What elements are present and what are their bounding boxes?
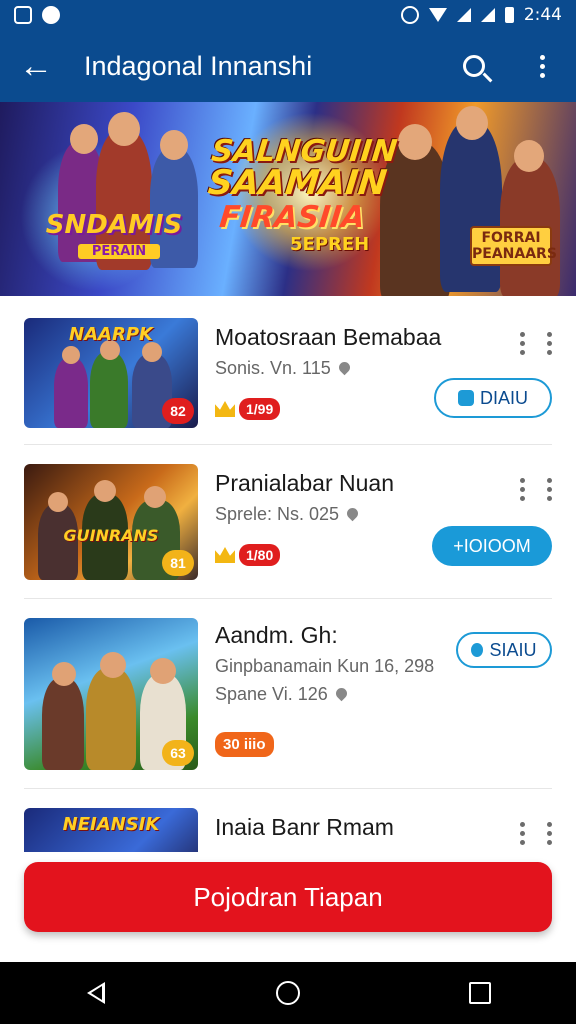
item-menu — [520, 478, 552, 501]
location-icon — [336, 359, 353, 376]
location-icon — [333, 685, 350, 702]
nav-home-button[interactable] — [258, 968, 318, 1018]
thumbnail-badge: 82 — [162, 398, 194, 424]
divider — [24, 444, 552, 445]
game-list: NAARPK 82 Moatosraan Bemabaa Sonis. Vn. … — [0, 296, 576, 852]
rating-pill: 1/99 — [239, 398, 281, 420]
divider — [24, 598, 552, 599]
system-nav-bar — [0, 962, 576, 1024]
status-time: 2:44 — [523, 5, 562, 25]
item-meta: Spane Vi. 126 — [215, 684, 350, 705]
notification-icon — [14, 6, 32, 24]
item-action-label: DIAIU — [479, 387, 528, 408]
thumbnail-title: GUINRANS — [63, 526, 159, 545]
cloud-icon — [42, 6, 60, 24]
thumbnail-title: NAARPK — [69, 324, 153, 345]
item-title: Moatosraan Bemabaa — [215, 324, 442, 350]
banner-character-head — [398, 124, 432, 160]
crown-icon — [215, 401, 235, 417]
thumbnail-badge: 63 — [162, 740, 194, 766]
recents-square-icon — [469, 982, 491, 1004]
overflow-menu-button[interactable] — [508, 30, 576, 102]
user-icon — [471, 643, 484, 657]
wifi-icon — [428, 8, 447, 22]
item-meta-text: Sonis. Vn. 115 — [215, 358, 331, 378]
page-title: Indagonal Innanshi — [84, 50, 313, 81]
item-meta-line-1: Ginpbanamain Kun 16, 298 — [215, 656, 435, 676]
item-rating: 1/99 — [215, 398, 281, 420]
app-screen: 2:44 ← Indagonal Innanshi SALNGUIIN SAAM… — [0, 0, 576, 1024]
list-item[interactable]: 63 Aandm. Gh: Ginpbanamain Kun 16, 298 S… — [24, 618, 552, 772]
item-action-button[interactable]: SIAIU — [456, 632, 552, 668]
banner-title-line-3: FIRASIIA — [217, 200, 367, 235]
item-action-label: +IOIOOM — [453, 535, 531, 556]
item-rating: 30 iiio — [215, 732, 274, 757]
banner-character — [440, 122, 502, 292]
more-vert-icon[interactable] — [547, 478, 552, 501]
crown-icon — [215, 547, 235, 563]
play-icon — [457, 390, 474, 406]
location-icon — [344, 505, 361, 522]
banner-logo-left-sub: PERAIN — [78, 244, 160, 259]
banner-character-head — [514, 140, 544, 172]
banner-character-head — [160, 130, 188, 160]
banner-title-line-2: SAAMAIN — [206, 163, 389, 203]
banner-character-head — [108, 112, 140, 146]
app-bar: ← Indagonal Innanshi — [0, 30, 576, 102]
status-left — [14, 6, 60, 24]
nav-recents-button[interactable] — [450, 968, 510, 1018]
item-title: Inaia Banr Rmam — [215, 814, 394, 840]
banner-logo-right: FORRAI PEANAARS — [470, 226, 557, 266]
item-meta-text: Spane Vi. 126 — [215, 684, 328, 704]
item-menu — [520, 822, 552, 845]
banner-character-head — [456, 106, 488, 140]
more-vert-icon[interactable] — [520, 332, 525, 355]
item-rating: 1/80 — [215, 544, 281, 566]
battery-icon — [504, 7, 514, 23]
more-vert-icon[interactable] — [547, 822, 552, 845]
game-thumbnail: NAARPK 82 — [24, 318, 198, 428]
list-item[interactable]: NAARPK 82 Moatosraan Bemabaa Sonis. Vn. … — [24, 318, 552, 430]
search-button[interactable] — [440, 30, 508, 102]
divider — [24, 788, 552, 789]
search-icon — [463, 55, 485, 77]
thumbnail-badge: 81 — [162, 550, 194, 576]
rating-pill: 1/80 — [239, 544, 281, 566]
primary-action-button[interactable]: Pojodran Tiapan — [24, 862, 552, 932]
item-menu — [520, 332, 552, 355]
item-meta-text: Sprele: Ns. 025 — [215, 504, 340, 524]
more-vert-icon[interactable] — [547, 332, 552, 355]
alarm-icon — [400, 6, 419, 24]
more-vert-icon — [539, 54, 545, 78]
status-right: 2:44 — [400, 5, 562, 25]
more-vert-icon[interactable] — [520, 478, 525, 501]
banner-subtitle: 5EPREH — [290, 234, 370, 255]
item-meta: Sonis. Vn. 115 — [215, 358, 353, 379]
arrow-left-icon: ← — [19, 46, 53, 85]
back-button[interactable]: ← — [0, 30, 72, 102]
list-item[interactable]: GUINRANS 81 Pranialabar Nuan Sprele: Ns.… — [24, 464, 552, 582]
signal-icon — [456, 8, 471, 22]
thumbnail-title: NEIANSIK — [62, 814, 160, 835]
item-action-button[interactable]: DIAIU — [434, 378, 552, 418]
game-thumbnail: 63 — [24, 618, 198, 770]
promo-banner[interactable]: SALNGUIIN SAAMAIN FIRASIIA 5EPREH SNDAMI… — [0, 102, 576, 296]
nav-back-button[interactable] — [66, 968, 126, 1018]
item-action-button[interactable]: +IOIOOM — [432, 526, 552, 566]
back-triangle-icon — [87, 982, 105, 1004]
rating-pill: 30 iiio — [215, 732, 274, 757]
status-bar: 2:44 — [0, 0, 576, 30]
list-item[interactable]: NEIANSIK Inaia Banr Rmam — [24, 808, 552, 852]
banner-character-head — [70, 124, 98, 154]
item-meta: Sprele: Ns. 025 — [215, 504, 361, 525]
game-thumbnail: GUINRANS 81 — [24, 464, 198, 580]
more-vert-icon[interactable] — [520, 822, 525, 845]
home-circle-icon — [276, 981, 300, 1005]
signal-2-icon — [480, 8, 495, 22]
item-title: Aandm. Gh: — [215, 622, 338, 648]
item-title: Pranialabar Nuan — [215, 470, 395, 496]
item-action-label: SIAIU — [489, 639, 537, 660]
banner-logo-left: SNDAMIS — [45, 210, 183, 240]
game-thumbnail: NEIANSIK — [24, 808, 198, 852]
